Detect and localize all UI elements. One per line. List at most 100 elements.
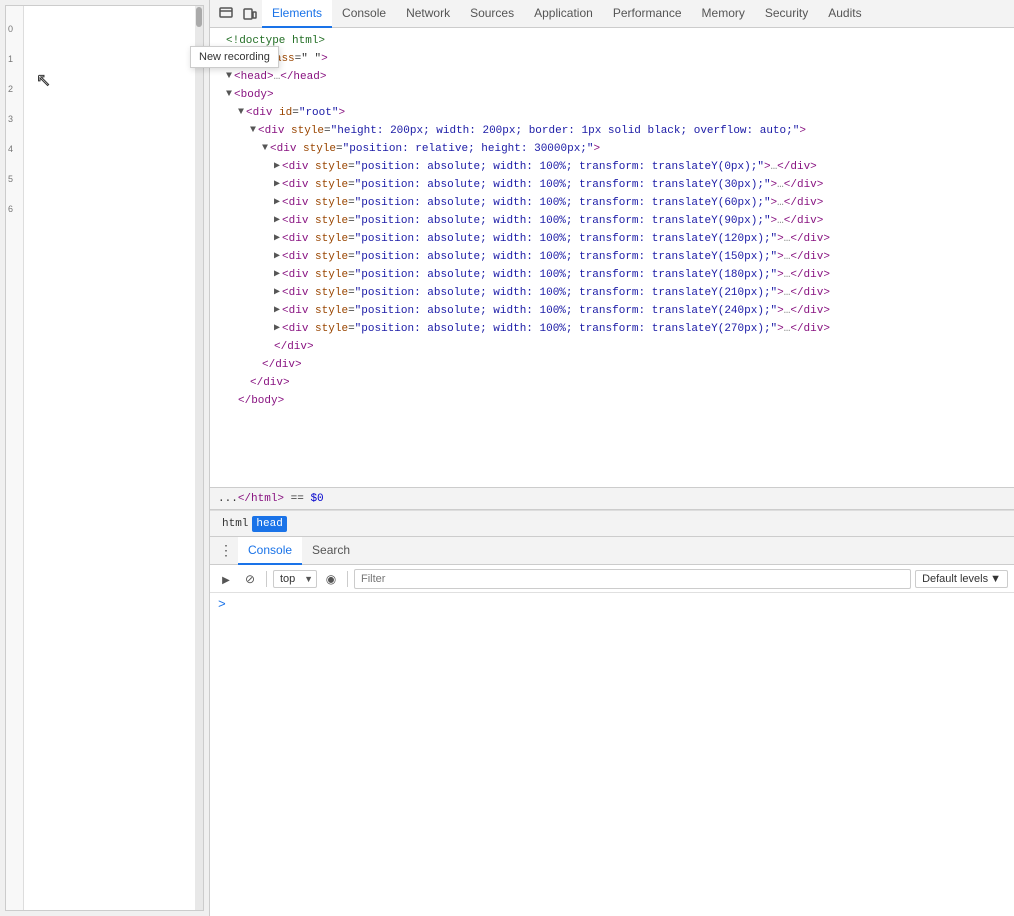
tree-arrow-icon[interactable] — [274, 320, 280, 338]
tree-node-content: <div style="position: absolute; width: 1… — [282, 158, 817, 176]
tree-line[interactable]: <!doctype html> — [210, 32, 1014, 50]
console-run-button[interactable] — [216, 569, 236, 589]
tree-node-content: <div id="root"> — [246, 104, 345, 122]
tab-elements[interactable]: Elements — [262, 0, 332, 28]
tab-console[interactable]: Console — [332, 0, 396, 28]
bottom-tab-search[interactable]: Search — [302, 537, 360, 565]
device-toolbar-button[interactable] — [238, 2, 262, 26]
console-content: > — [210, 593, 1014, 916]
tree-line[interactable]: <div style="position: absolute; width: 1… — [210, 248, 1014, 266]
html-tree[interactable]: <!doctype html><html class=" "><head>…</… — [210, 28, 1014, 487]
ruler-mark-2: 2 — [6, 66, 23, 96]
inspect-element-button[interactable] — [214, 2, 238, 26]
tree-line[interactable]: <div style="position: absolute; width: 1… — [210, 284, 1014, 302]
tree-arrow-icon[interactable] — [274, 266, 280, 284]
tree-line[interactable]: <div style="height: 200px; width: 200px;… — [210, 122, 1014, 140]
tree-arrow-icon[interactable] — [274, 176, 280, 194]
ruler-mark-3: 3 — [6, 96, 23, 126]
devtools-tab-bar: Elements Console Network Sources Applica… — [210, 0, 1014, 28]
tree-line[interactable]: </body> — [210, 392, 1014, 410]
tree-line[interactable]: <div style="position: relative; height: … — [210, 140, 1014, 158]
tree-arrow-icon[interactable] — [274, 194, 280, 212]
tab-network[interactable]: Network — [396, 0, 460, 28]
tree-node-content: </body> — [238, 392, 284, 410]
tree-node-content: </div> — [250, 374, 290, 392]
tree-line[interactable]: <div style="position: absolute; width: 1… — [210, 194, 1014, 212]
tree-arrow-icon[interactable] — [274, 230, 280, 248]
breadcrumb-html[interactable]: html — [218, 516, 252, 532]
breadcrumb-head[interactable]: head — [252, 516, 286, 532]
status-html-text: ... — [218, 493, 238, 505]
tree-line[interactable]: </div> — [210, 356, 1014, 374]
tab-application[interactable]: Application — [524, 0, 603, 28]
tree-arrow-icon[interactable] — [226, 392, 236, 410]
tree-arrow-icon[interactable] — [274, 248, 280, 266]
tree-arrow-icon[interactable] — [262, 338, 272, 356]
ruler-mark-4: 4 — [6, 126, 23, 156]
tree-arrow-icon[interactable] — [226, 68, 232, 86]
console-filter-input[interactable] — [354, 569, 911, 589]
console-prompt[interactable]: > — [218, 597, 226, 612]
tab-sources[interactable]: Sources — [460, 0, 524, 28]
bottom-tab-more-icon[interactable]: ⋮ — [214, 539, 238, 563]
tree-arrow-icon[interactable] — [238, 104, 244, 122]
elements-panel: <!doctype html><html class=" "><head>…</… — [210, 28, 1014, 510]
tree-line[interactable]: <head>…</head> — [210, 68, 1014, 86]
tree-node-content: </div> — [274, 338, 314, 356]
tree-line[interactable]: <div style="position: absolute; width: 1… — [210, 302, 1014, 320]
tree-line[interactable]: </div> — [210, 374, 1014, 392]
bottom-tab-bar: ⋮ Console Search — [210, 537, 1014, 565]
tree-arrow-icon[interactable] — [238, 374, 248, 392]
tab-audits[interactable]: Audits — [818, 0, 871, 28]
bottom-tab-console[interactable]: Console — [238, 537, 302, 565]
tree-line[interactable]: <div style="position: absolute; width: 1… — [210, 158, 1014, 176]
play-icon — [222, 572, 230, 586]
ruler-mark-5: 5 — [6, 156, 23, 186]
tree-line[interactable]: <div style="position: absolute; width: 1… — [210, 212, 1014, 230]
tree-node-content: <div style="position: absolute; width: 1… — [282, 320, 830, 338]
tree-node-content: <div style="height: 200px; width: 200px;… — [258, 122, 806, 140]
tree-arrow-icon[interactable] — [274, 212, 280, 230]
console-clear-button[interactable] — [240, 569, 260, 589]
console-eye-button[interactable] — [321, 569, 341, 589]
tree-arrow-icon[interactable] — [274, 302, 280, 320]
tab-memory[interactable]: Memory — [692, 0, 755, 28]
tree-line[interactable]: <div style="position: absolute; width: 1… — [210, 266, 1014, 284]
context-select[interactable]: top — [273, 570, 317, 588]
tree-arrow-icon[interactable] — [274, 284, 280, 302]
scrollbar-right[interactable] — [195, 6, 203, 910]
default-levels-button[interactable]: Default levels ▼ — [915, 570, 1008, 588]
tree-arrow-icon[interactable] — [250, 122, 256, 140]
tree-node-content: <div style="position: absolute; width: 1… — [282, 302, 830, 320]
tree-node-content: <div style="position: absolute; width: 1… — [282, 176, 823, 194]
tree-node-content: <div style="position: relative; height: … — [270, 140, 600, 158]
tree-line[interactable]: <div style="position: absolute; width: 1… — [210, 320, 1014, 338]
tree-node-content: <div style="position: absolute; width: 1… — [282, 284, 830, 302]
context-select-wrap: top ▼ — [273, 570, 317, 588]
toolbar-divider-2 — [347, 571, 348, 587]
tree-node-content: <div style="position: absolute; width: 1… — [282, 230, 830, 248]
block-icon — [245, 572, 255, 586]
toolbar-divider — [266, 571, 267, 587]
tree-line[interactable]: </div> — [210, 338, 1014, 356]
scrollbar-thumb[interactable] — [196, 7, 202, 27]
tree-line[interactable]: <div id="root"> — [210, 104, 1014, 122]
tab-performance[interactable]: Performance — [603, 0, 692, 28]
tree-line[interactable]: <body> — [210, 86, 1014, 104]
tree-line[interactable]: <html class=" "> — [210, 50, 1014, 68]
tab-security[interactable]: Security — [755, 0, 818, 28]
tree-line[interactable]: <div style="position: absolute; width: 1… — [210, 176, 1014, 194]
status-close-html: </html> — [238, 493, 284, 505]
tree-arrow-icon[interactable] — [226, 86, 232, 104]
eye-icon — [326, 572, 336, 586]
tree-arrow-icon[interactable] — [262, 140, 268, 158]
tree-node-content: <head>…</head> — [234, 68, 326, 86]
viewport-content: 0 1 2 3 4 5 6 — [5, 5, 204, 911]
new-recording-tooltip: New recording — [190, 46, 279, 68]
tree-node-content: <div style="position: absolute; width: 1… — [282, 212, 823, 230]
ruler-left: 0 1 2 3 4 5 6 — [6, 6, 24, 910]
tree-line[interactable]: <div style="position: absolute; width: 1… — [210, 230, 1014, 248]
devtools-panel: Elements Console Network Sources Applica… — [210, 0, 1014, 916]
tree-arrow-icon[interactable] — [274, 158, 280, 176]
tree-arrow-icon[interactable] — [250, 356, 260, 374]
